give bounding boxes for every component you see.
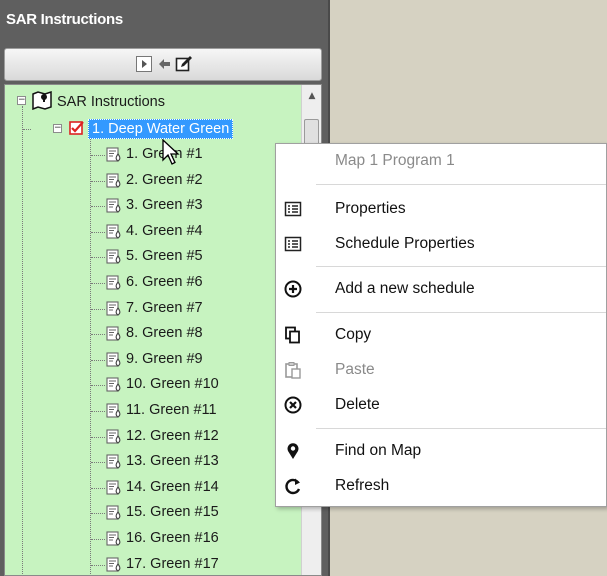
program-node-label[interactable]: 1. Deep Water Green bbox=[88, 119, 234, 139]
collapse-program-icon[interactable]: − bbox=[53, 124, 62, 133]
schedule-icon bbox=[106, 352, 121, 367]
schedule-node-label[interactable]: 4. Green #4 bbox=[126, 223, 203, 239]
schedule-icon bbox=[106, 198, 121, 213]
properties-icon bbox=[284, 201, 302, 217]
collapse-root-icon[interactable]: − bbox=[17, 96, 26, 105]
schedule-node-label[interactable]: 7. Green #7 bbox=[126, 300, 203, 316]
schedule-icon bbox=[106, 403, 121, 418]
checkbox-checked-icon[interactable] bbox=[69, 120, 85, 136]
schedule-icon bbox=[106, 454, 121, 469]
find-on-map-label: Find on Map bbox=[335, 442, 422, 459]
schedule-icon bbox=[106, 531, 121, 546]
schedule-node-label[interactable]: 9. Green #9 bbox=[126, 351, 203, 367]
add-schedule-label: Add a new schedule bbox=[335, 280, 475, 297]
schedule-node-label[interactable]: 11. Green #11 bbox=[126, 402, 217, 418]
schedule-node-label[interactable]: 12. Green #12 bbox=[126, 428, 219, 444]
schedule-icon bbox=[106, 377, 121, 393]
expand-icon[interactable] bbox=[135, 55, 153, 73]
menu-item-copy[interactable]: Copy bbox=[276, 318, 606, 352]
schedule-node-label[interactable]: 8. Green #8 bbox=[126, 325, 203, 341]
properties-label: Properties bbox=[335, 200, 406, 217]
schedule-node-label[interactable]: 14. Green #14 bbox=[126, 479, 219, 495]
tree-root-label[interactable]: SAR Instructions bbox=[57, 94, 165, 110]
paste-label: Paste bbox=[335, 361, 375, 378]
panel-title: SAR Instructions bbox=[6, 11, 123, 28]
schedule-node-label[interactable]: 16. Green #16 bbox=[126, 530, 219, 546]
map-root-icon bbox=[32, 90, 52, 110]
schedule-icon bbox=[106, 275, 121, 290]
map-pin-icon bbox=[287, 443, 299, 459]
context-menu: Map 1 Program 1 Properties Schedule Prop… bbox=[275, 143, 607, 507]
schedule-icon bbox=[106, 505, 121, 521]
schedule-node-label[interactable]: 6. Green #6 bbox=[126, 274, 203, 290]
schedule-icon bbox=[106, 147, 121, 162]
menu-item-refresh[interactable]: Refresh bbox=[276, 469, 606, 503]
paste-icon bbox=[285, 362, 301, 379]
schedule-icon bbox=[106, 301, 121, 316]
mouse-cursor-icon bbox=[162, 139, 180, 165]
schedule-properties-label: Schedule Properties bbox=[335, 235, 475, 252]
schedule-icon bbox=[106, 480, 121, 495]
schedule-node-label[interactable]: 17. Green #17 bbox=[126, 556, 219, 572]
schedule-icon bbox=[106, 429, 121, 444]
panel-toolbar bbox=[4, 48, 322, 81]
edit-icon[interactable] bbox=[175, 55, 193, 73]
refresh-label: Refresh bbox=[335, 477, 390, 494]
menu-header: Map 1 Program 1 bbox=[276, 144, 606, 178]
copy-label: Copy bbox=[335, 326, 372, 343]
arrow-left-icon[interactable] bbox=[157, 55, 171, 73]
schedule-node-label[interactable]: 3. Green #3 bbox=[126, 197, 203, 213]
menu-item-properties[interactable]: Properties bbox=[276, 192, 606, 226]
schedule-icon bbox=[106, 557, 121, 572]
schedule-node-label[interactable]: 5. Green #5 bbox=[126, 248, 203, 264]
menu-header-label: Map 1 Program 1 bbox=[335, 152, 455, 169]
delete-circle-icon bbox=[284, 396, 302, 414]
refresh-icon bbox=[285, 478, 301, 495]
menu-item-delete[interactable]: Delete bbox=[276, 388, 606, 422]
schedule-icon bbox=[106, 173, 121, 188]
schedule-node-label[interactable]: 15. Green #15 bbox=[126, 504, 219, 520]
menu-item-paste[interactable]: Paste bbox=[276, 353, 606, 387]
schedule-node-label[interactable]: 13. Green #13 bbox=[126, 453, 219, 469]
delete-label: Delete bbox=[335, 396, 380, 413]
schedule-node-label[interactable]: 2. Green #2 bbox=[126, 172, 203, 188]
schedule-node-label[interactable]: 10. Green #10 bbox=[126, 376, 219, 392]
scroll-up-icon[interactable]: ▲ bbox=[302, 85, 321, 105]
schedule-icon bbox=[106, 326, 121, 341]
menu-item-find-on-map[interactable]: Find on Map bbox=[276, 434, 606, 468]
schedule-properties-icon bbox=[284, 236, 302, 252]
add-circle-icon bbox=[284, 280, 302, 298]
schedule-icon bbox=[106, 249, 121, 265]
menu-item-schedule-properties[interactable]: Schedule Properties bbox=[276, 227, 606, 261]
menu-item-add-schedule[interactable]: Add a new schedule bbox=[276, 272, 606, 306]
copy-icon bbox=[285, 326, 300, 344]
schedule-icon bbox=[106, 224, 121, 239]
